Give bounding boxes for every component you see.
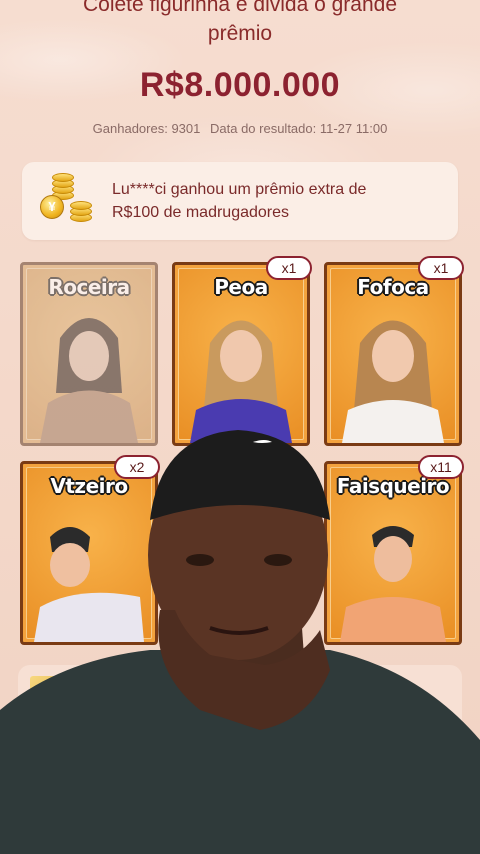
winner-notice: ¥ Lu****ci ganhou um prêmio extra de R$1… (22, 162, 458, 240)
prize-amount: R$8.000.000 (139, 66, 341, 104)
sticker-count-badge: x1 (266, 256, 312, 280)
sticker-count-badge: x2 (114, 455, 160, 479)
person-portrait-icon (190, 320, 292, 443)
notice-line-1: Lu****ci ganhou um prêmio extra de (112, 181, 367, 198)
sticker-card-roceira[interactable]: Roceira (20, 262, 158, 446)
person-portrait-icon (40, 318, 138, 443)
person-portrait-icon (342, 320, 444, 443)
result-meta: Ganhadores: 9301 Data do resultado: 11-2… (0, 121, 480, 136)
bottom-action-button[interactable]: ades (240, 812, 465, 854)
sticker-card-vtzeiro[interactable]: Vtzeiro (20, 461, 158, 645)
gold-coins-icon: ¥ (40, 171, 106, 231)
sticker-label: Roceira (48, 275, 130, 299)
sticker-card-fofoca[interactable]: Fofoca (324, 262, 462, 446)
sticker-count-badge: x11 (418, 455, 464, 479)
sticker-card-faisqueiro[interactable]: Faisqueiro (324, 461, 462, 645)
notice-line-2: R$100 de madrugadores (112, 204, 290, 221)
page-title: Colete figurinha e divida o grande prêmi… (82, 0, 398, 45)
sticker-card-peoa[interactable]: Peoa (172, 262, 310, 446)
winners-count: Ganhadores: 9301 (92, 121, 201, 136)
reward-ticket-icon (30, 676, 94, 706)
person-portrait-icon (340, 526, 446, 642)
sticker-count-badge: x1 (418, 256, 464, 280)
person-portrait-icon (34, 527, 144, 642)
result-date: Data do resultado: 11-27 11:00 (210, 121, 388, 136)
receive-button[interactable]: Receber (343, 698, 443, 740)
